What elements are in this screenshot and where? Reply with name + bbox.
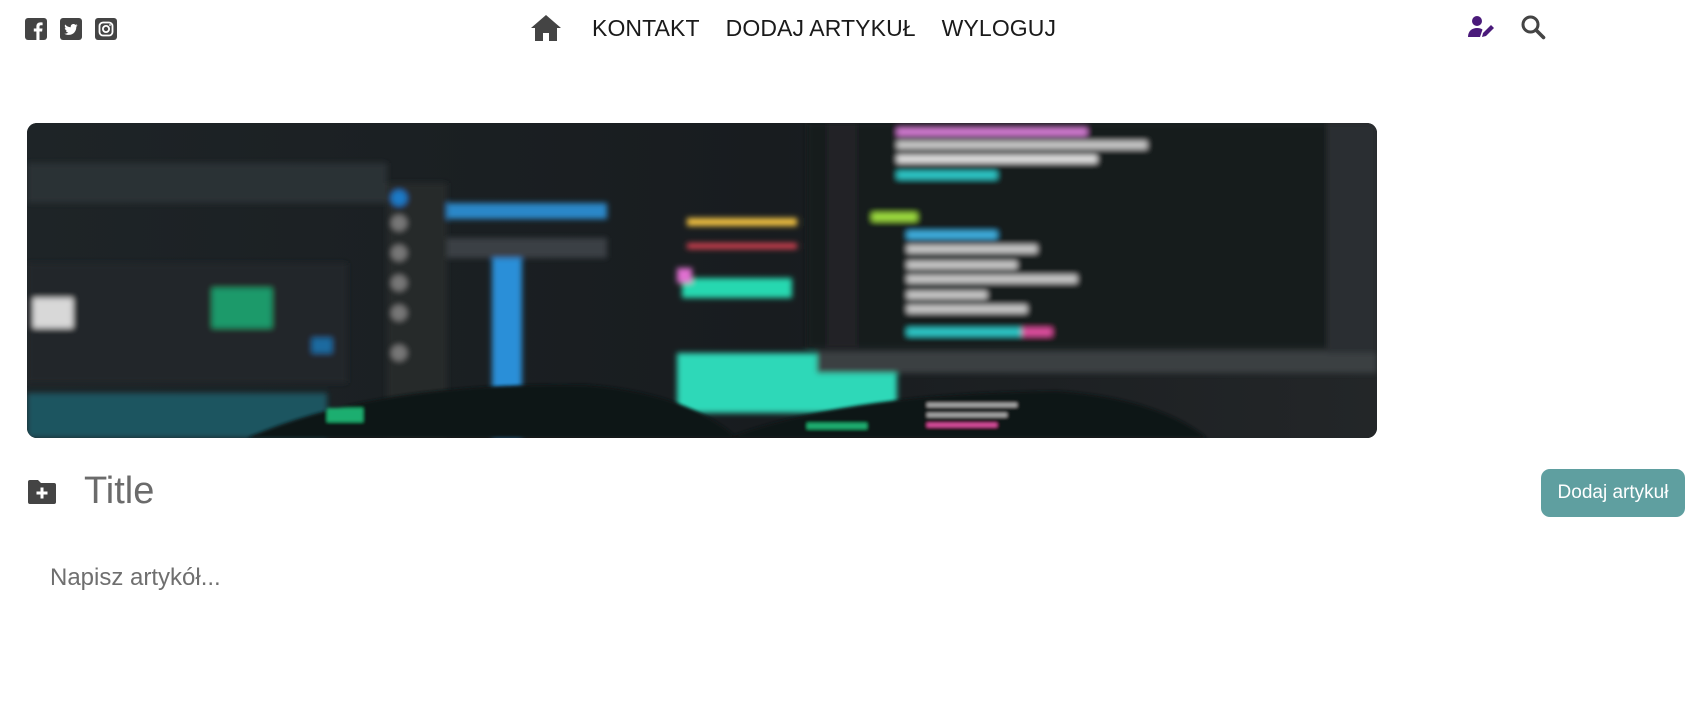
header-actions bbox=[1468, 14, 1546, 40]
home-button[interactable] bbox=[530, 13, 562, 43]
article-title-input[interactable] bbox=[80, 465, 980, 517]
search-icon[interactable] bbox=[1520, 14, 1546, 40]
hero-banner-image bbox=[27, 123, 1377, 438]
folder-plus-icon[interactable] bbox=[27, 478, 57, 506]
code-monitor-illustration bbox=[27, 123, 1377, 438]
social-links bbox=[24, 17, 118, 41]
instagram-icon[interactable] bbox=[94, 17, 118, 41]
nav-link-dodaj-artykul[interactable]: DODAJ ARTYKUŁ bbox=[726, 15, 916, 42]
facebook-icon[interactable] bbox=[24, 17, 48, 41]
nav-link-wyloguj[interactable]: WYLOGUJ bbox=[942, 15, 1056, 42]
article-body-editor[interactable] bbox=[46, 560, 1676, 690]
nav-link-kontakt[interactable]: KONTAKT bbox=[592, 15, 700, 42]
home-icon bbox=[531, 15, 561, 41]
main-menu: KONTAKT DODAJ ARTYKUŁ WYLOGUJ bbox=[530, 10, 1082, 46]
top-navigation: KONTAKT DODAJ ARTYKUŁ WYLOGUJ bbox=[0, 0, 1700, 60]
twitter-icon[interactable] bbox=[59, 17, 83, 41]
add-article-button[interactable]: Dodaj artykuł bbox=[1541, 469, 1685, 517]
user-edit-icon[interactable] bbox=[1468, 15, 1496, 39]
